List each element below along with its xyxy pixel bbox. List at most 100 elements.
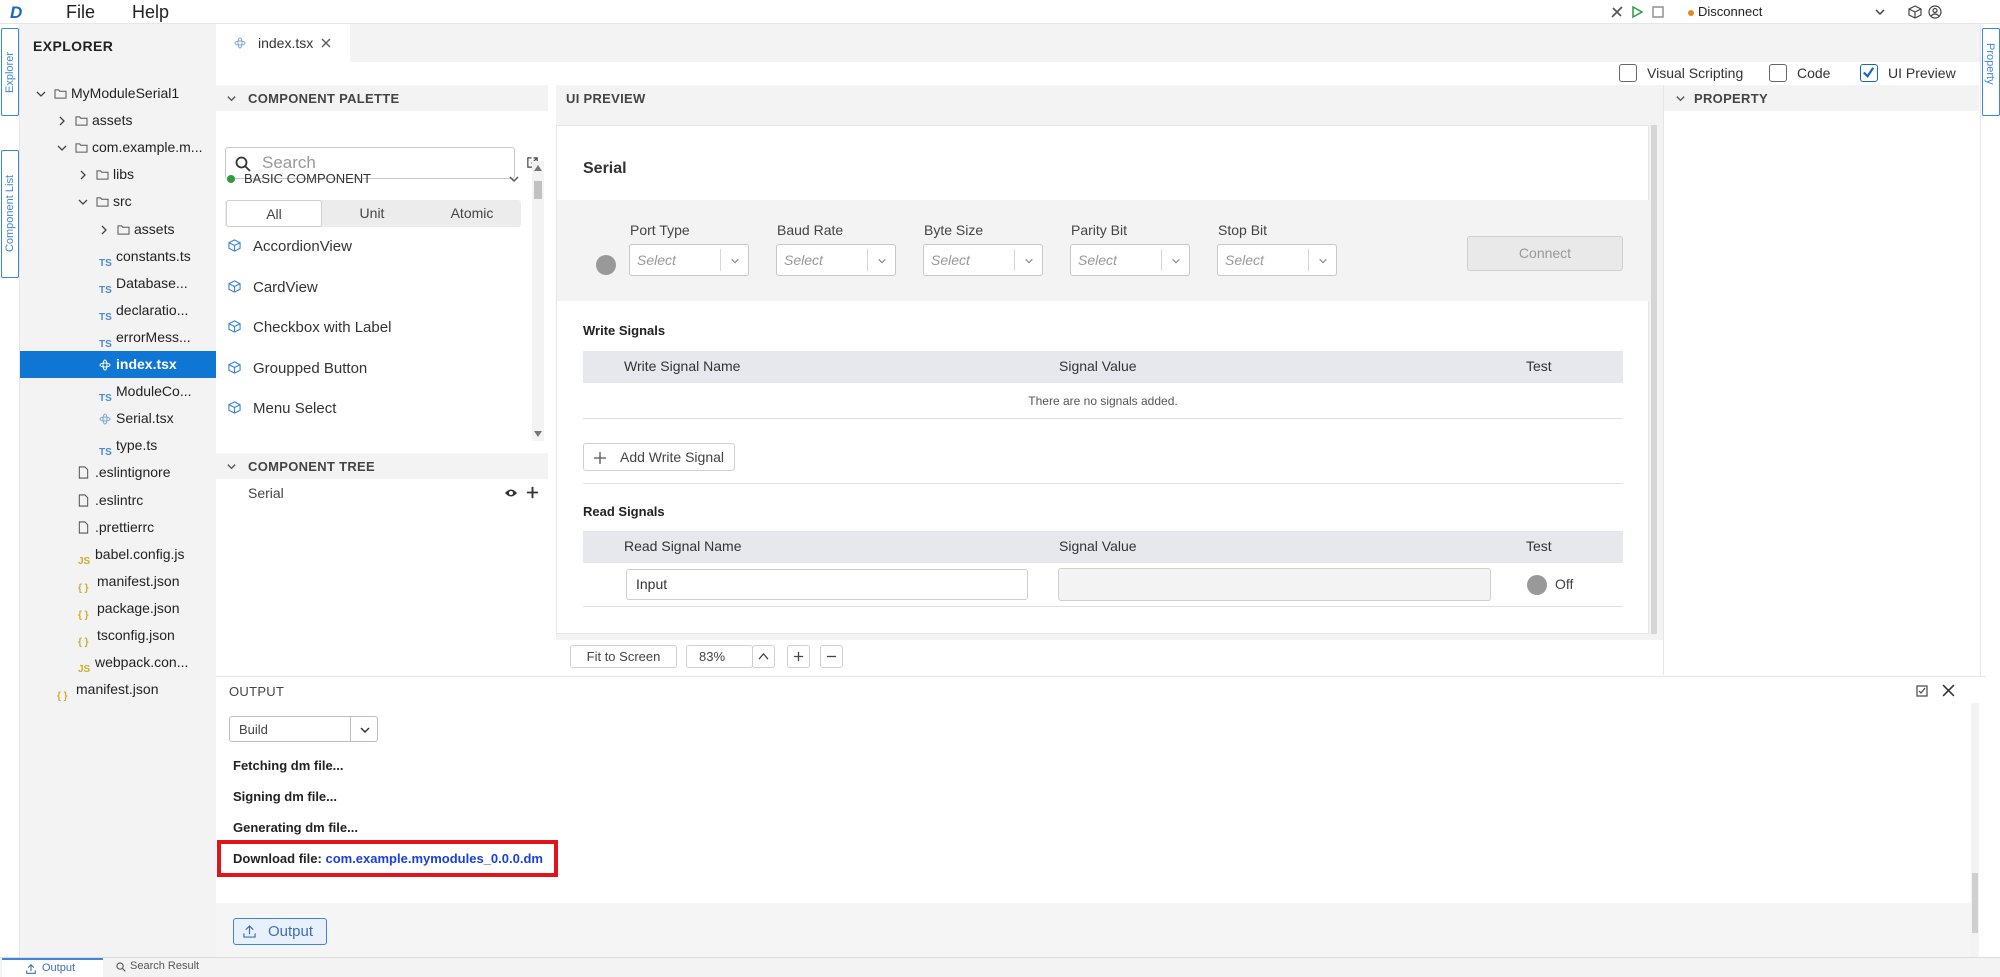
basic-component-group[interactable]: BASIC COMPONENT (244, 171, 371, 186)
tree-item[interactable]: com.example.m... (20, 134, 216, 161)
tree-item[interactable]: TS ModuleCo... (20, 378, 216, 405)
tree-item-label: MyModuleSerial1 (71, 85, 180, 101)
test-column: Test (1526, 358, 1552, 374)
add-write-signal-button[interactable]: Add Write Signal (583, 443, 735, 471)
tree-item[interactable]: index.tsx (20, 351, 216, 378)
run-icon[interactable] (1630, 5, 1644, 19)
filter-unit[interactable]: Unit (323, 200, 421, 227)
preview-scrollbar[interactable] (1650, 125, 1658, 634)
tree-item[interactable]: { } manifest.json (20, 676, 216, 703)
chevron-down-icon[interactable] (1874, 6, 1886, 18)
field-select[interactable]: Select (1217, 244, 1337, 276)
tree-item[interactable]: .eslintignore (20, 459, 216, 486)
tree-item[interactable]: .eslintrc (20, 487, 216, 514)
package-icon[interactable] (1908, 5, 1922, 19)
read-signal-name-input[interactable]: Input (626, 569, 1028, 600)
activity-tab-component-list[interactable]: Component List (1, 150, 19, 278)
filter-all[interactable]: All (226, 200, 322, 227)
tree-item-label: .eslintignore (95, 464, 171, 481)
tree-item[interactable]: .prettierrc (20, 514, 216, 541)
code-checkbox[interactable] (1769, 64, 1787, 82)
palette-header[interactable]: COMPONENT PALETTE (216, 85, 548, 111)
tree-item-label: Database... (116, 274, 188, 291)
close-icon[interactable] (1942, 684, 1955, 697)
component-item[interactable]: CardView (228, 268, 518, 308)
visual-scripting-checkbox[interactable] (1619, 64, 1637, 82)
tree-item[interactable]: TS Database... (20, 270, 216, 297)
download-link[interactable]: com.example.mymodules_0.0.0.dm (325, 851, 542, 866)
tree-item-label: src (113, 193, 132, 210)
palette-scrollbar[interactable] (532, 161, 544, 441)
tree-item[interactable]: JS webpack.con... (20, 649, 216, 676)
clear-output-icon[interactable] (1916, 685, 1928, 697)
tree-item[interactable]: assets (20, 216, 216, 243)
account-icon[interactable] (1928, 5, 1942, 19)
zoom-level-input[interactable]: 83% (686, 645, 753, 668)
json-file-icon: { } (78, 609, 89, 621)
tree-item[interactable]: TS constants.ts (20, 243, 216, 270)
scrollbar-thumb[interactable] (534, 181, 542, 199)
tree-item[interactable]: TS type.ts (20, 432, 216, 459)
component-item[interactable]: Menu Select (228, 389, 518, 429)
zoom-in-button[interactable] (787, 645, 810, 668)
read-signal-name-column: Read Signal Name (624, 538, 742, 554)
field-select[interactable]: Select (923, 244, 1043, 276)
status-tab-search-result[interactable]: Search Result (110, 958, 210, 977)
output-channel-select[interactable]: Build (229, 716, 378, 742)
tree-item[interactable]: libs (20, 161, 216, 188)
connect-button[interactable]: Connect (1467, 236, 1623, 271)
chevron-down-icon (36, 91, 46, 97)
tree-item[interactable]: assets (20, 107, 216, 134)
eye-icon[interactable] (504, 487, 518, 499)
ui-preview-checkbox[interactable] (1860, 64, 1878, 82)
zoom-out-button[interactable] (820, 645, 843, 668)
property-header[interactable]: PROPERTY (1664, 85, 1979, 111)
serial-fields: Port Type Select Baud Rate Select Byte Size S… (557, 200, 1457, 301)
filter-atomic[interactable]: Atomic (423, 200, 521, 227)
tree-item[interactable]: { } tsconfig.json (20, 622, 216, 649)
tree-item[interactable]: { } package.json (20, 595, 216, 622)
tree-item[interactable]: JS babel.config.js (20, 541, 216, 568)
scrollbar-thumb[interactable] (1972, 873, 1978, 933)
chevron-down-icon (1172, 258, 1180, 264)
tree-item[interactable]: Serial.tsx (20, 405, 216, 432)
folder-icon (75, 142, 88, 153)
tree-item[interactable]: src (20, 188, 216, 215)
scrollbar-thumb[interactable] (1651, 125, 1657, 634)
field-select[interactable]: Select (1070, 244, 1190, 276)
output-scrollbar[interactable] (1971, 703, 1979, 958)
status-tab-output[interactable]: Output (2, 958, 103, 977)
zoom-step-up[interactable] (752, 645, 775, 668)
menu-file[interactable]: File (66, 0, 95, 24)
component-item[interactable]: Checkbox with Label (228, 308, 518, 348)
plus-icon (793, 651, 804, 662)
device-status[interactable]: Disconnect (1698, 4, 1762, 19)
component-item[interactable]: AccordionView (228, 227, 518, 267)
output-line: Generating dm file... (233, 820, 358, 835)
tools-icon[interactable] (1610, 5, 1624, 19)
read-signals-title: Read Signals (583, 504, 665, 519)
stop-icon[interactable] (1651, 5, 1665, 19)
output-button[interactable]: Output (233, 918, 327, 945)
fit-to-screen-button[interactable]: Fit to Screen (570, 645, 677, 668)
field-label: Port Type (630, 222, 690, 238)
field-select[interactable]: Select (776, 244, 896, 276)
tree-item[interactable]: MyModuleSerial1 (20, 80, 216, 107)
menu-help[interactable]: Help (132, 0, 169, 24)
field-select[interactable]: Select (629, 244, 749, 276)
close-icon[interactable] (320, 37, 332, 49)
component-item[interactable]: Groupped Button (228, 349, 518, 389)
activity-tab-property[interactable]: Property (1982, 28, 2000, 116)
component-tree-header[interactable]: COMPONENT TREE (216, 453, 548, 479)
select-value: Select (1225, 252, 1264, 268)
select-value: Select (637, 252, 676, 268)
activity-tab-label: Component List (4, 175, 16, 253)
tree-node-serial[interactable]: Serial (248, 485, 284, 501)
tree-item[interactable]: TS errorMess... (20, 324, 216, 351)
move-icon[interactable] (526, 486, 539, 499)
tab-index-tsx[interactable]: index.tsx (216, 24, 350, 62)
tree-item[interactable]: { } manifest.json (20, 568, 216, 595)
tree-item[interactable]: TS declaratio... (20, 297, 216, 324)
chevron-up-icon (758, 652, 769, 660)
activity-tab-explorer[interactable]: Explorer (1, 28, 19, 116)
